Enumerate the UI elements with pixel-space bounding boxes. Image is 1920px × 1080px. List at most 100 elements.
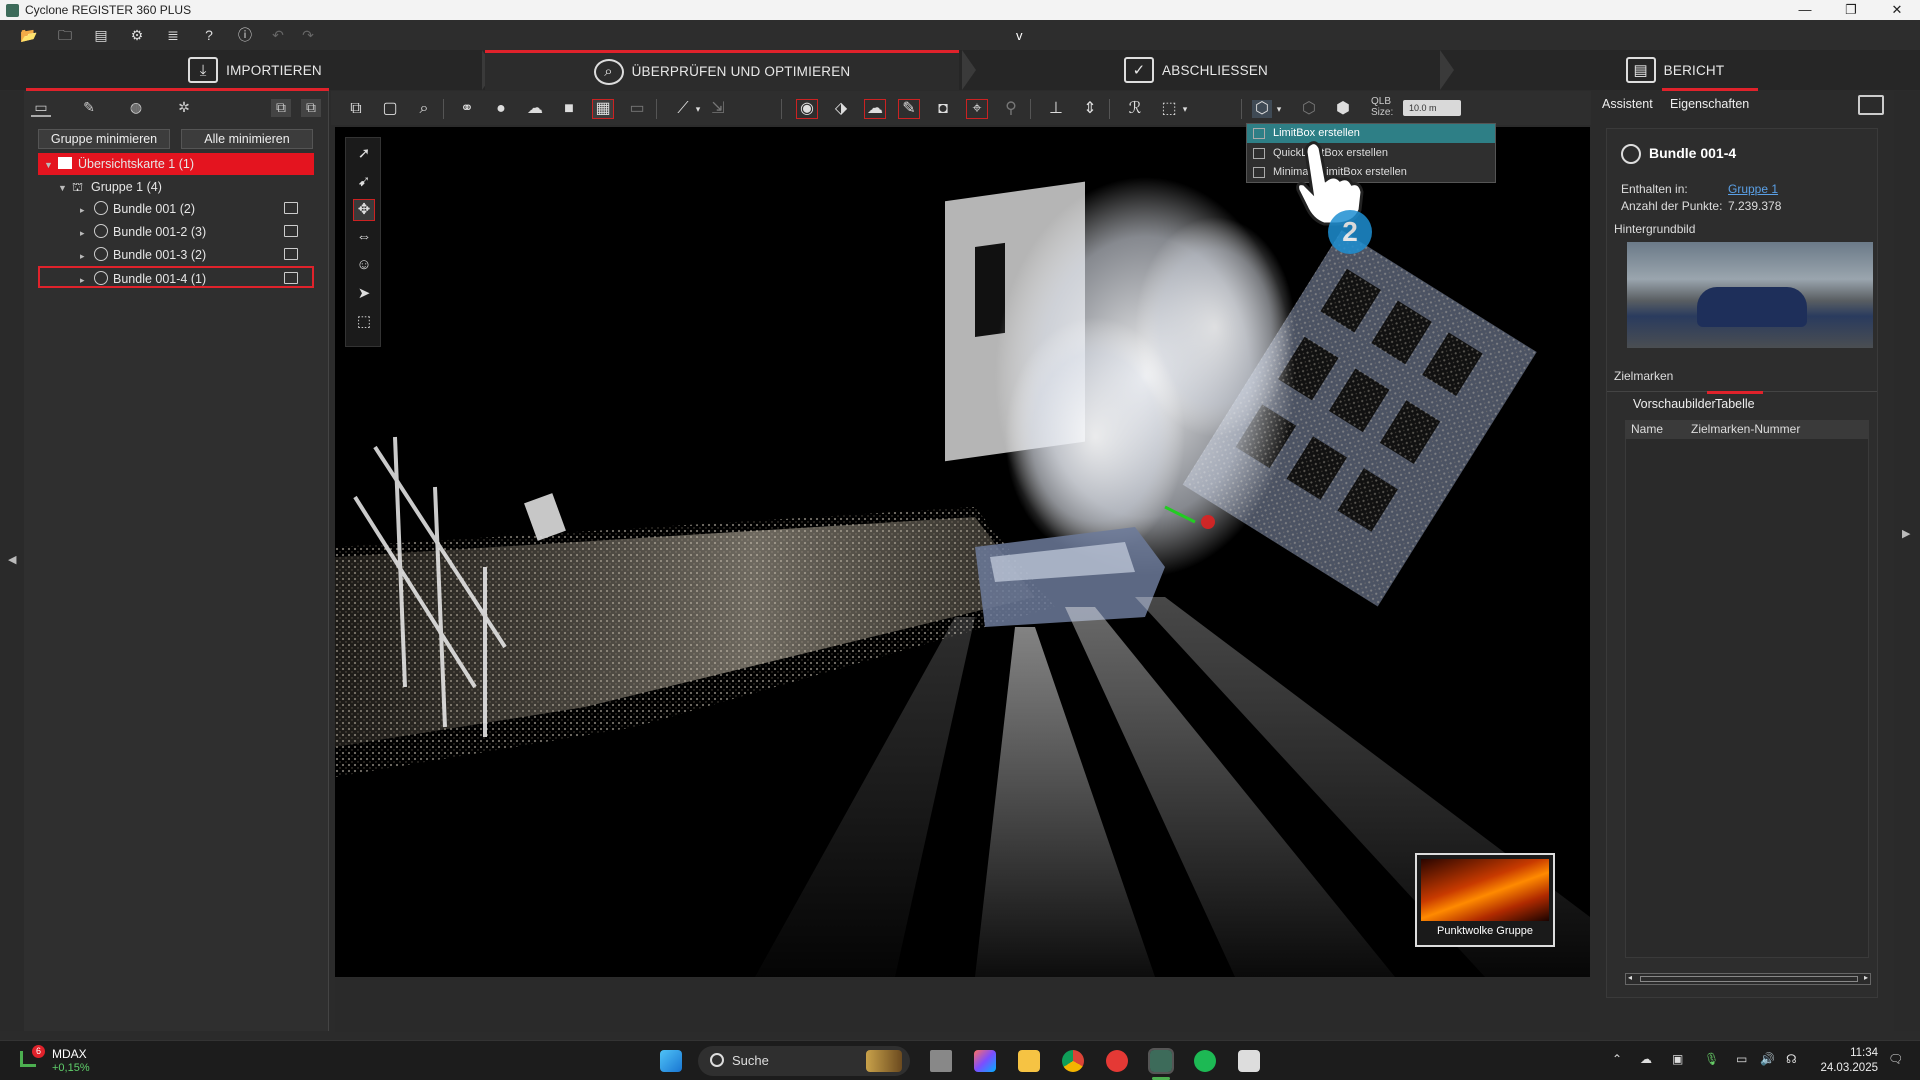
tag-icon[interactable]: ⬗: [831, 100, 851, 118]
tree-item-group-1[interactable]: ▼ ⛫ Gruppe 1 (4): [58, 176, 314, 198]
minimize-button[interactable]: —: [1782, 0, 1828, 20]
save-icon[interactable]: ▤: [93, 27, 109, 43]
overview-inset[interactable]: Punktwolke Gruppe: [1415, 853, 1555, 947]
contained-in-link[interactable]: Gruppe 1: [1728, 182, 1778, 196]
sphere-icon[interactable]: ●: [491, 100, 511, 118]
cyclone-app-icon[interactable]: [1148, 1048, 1174, 1074]
pencil-icon[interactable]: ✎: [898, 99, 920, 119]
menu-item-create-limitbox[interactable]: LimitBox erstellen: [1247, 124, 1495, 143]
tab-ueberpruefen[interactable]: ⌕ ÜBERPRÜFEN UND OPTIMIEREN: [485, 50, 959, 90]
tray-chevron-up-icon[interactable]: ⌃: [1612, 1052, 1622, 1066]
globe-icon[interactable]: ◍: [126, 99, 146, 117]
chevron-down-icon[interactable]: ▾: [688, 100, 708, 118]
cloud-icon[interactable]: ☁: [525, 100, 545, 118]
layers-icon[interactable]: ▢: [380, 100, 400, 118]
minimize-group-button[interactable]: Gruppe minimieren: [38, 129, 170, 149]
restore-button[interactable]: ❐: [1828, 0, 1874, 20]
column-name[interactable]: Name: [1631, 420, 1663, 438]
target-icon[interactable]: ✲: [174, 99, 194, 117]
app-red-icon[interactable]: [1106, 1050, 1128, 1072]
collapse-toggle[interactable]: v: [1016, 28, 1023, 43]
select-arrow-icon[interactable]: ➚: [354, 144, 374, 164]
redo-icon[interactable]: ↷: [300, 27, 316, 43]
network-icon[interactable]: ☊: [1786, 1052, 1797, 1066]
tab-importieren[interactable]: ⤓ IMPORTIEREN: [30, 50, 480, 90]
settings-gear-icon[interactable]: ⚙: [129, 27, 145, 43]
image-icon[interactable]: [284, 248, 298, 260]
pan-icon[interactable]: ⇔: [354, 228, 374, 248]
chevron-down-icon[interactable]: ▾: [1175, 100, 1195, 118]
tree-item-bundle-001-3[interactable]: ▸ Bundle 001-3 (2): [80, 244, 314, 266]
camera-icon[interactable]: ◘: [933, 100, 953, 118]
taskbar-search[interactable]: Suche: [698, 1046, 910, 1076]
orbit-icon[interactable]: ✥: [353, 199, 375, 221]
column-target-number[interactable]: Zielmarken-Nummer: [1691, 420, 1800, 438]
point-cloud-viewport[interactable]: [335, 127, 1590, 977]
cursor-alt-icon[interactable]: ⇲: [708, 100, 728, 118]
cloud-filter-icon[interactable]: ☁: [864, 99, 886, 119]
collapse-left-icon[interactable]: ◀: [8, 553, 16, 566]
system-clock[interactable]: 11:34 24.03.2025: [1820, 1046, 1878, 1076]
limitbox-m-icon[interactable]: ⬢: [1333, 100, 1353, 118]
qlb-size-input[interactable]: 10.0 m: [1403, 100, 1461, 116]
tab-thumbnails[interactable]: Vorschaubilder: [1633, 397, 1716, 411]
document-app-icon[interactable]: [1238, 1050, 1260, 1072]
axis-icon[interactable]: ⊥: [1046, 100, 1066, 118]
person-pin-icon[interactable]: ⚲: [1001, 100, 1021, 118]
background-image-thumbnail[interactable]: [1627, 242, 1873, 348]
connect-icon[interactable]: ⚭: [457, 100, 477, 118]
image-icon[interactable]: [284, 272, 298, 284]
notification-icon[interactable]: 🗨: [1888, 1052, 1903, 1066]
multi-select-icon[interactable]: ➹: [354, 172, 374, 192]
zoom-fit-icon[interactable]: ⌕: [414, 100, 434, 118]
tree-item-bundle-001-4[interactable]: ▸ Bundle 001-4 (1): [38, 266, 314, 288]
file-explorer-icon[interactable]: [1018, 1050, 1040, 1072]
tab-abschliessen[interactable]: ✓ ABSCHLIESSEN: [966, 50, 1426, 90]
filter-all-icon[interactable]: ⧉: [301, 99, 321, 117]
collapse-right-icon[interactable]: ▶: [1902, 527, 1910, 540]
grid-view-icon[interactable]: ▦: [592, 99, 614, 119]
image-icon[interactable]: [284, 225, 298, 237]
fly-icon[interactable]: ➤: [354, 284, 374, 304]
tab-table[interactable]: Tabelle: [1715, 397, 1755, 411]
walk-icon[interactable]: ☺: [354, 256, 374, 276]
volume-icon[interactable]: 🔊: [1760, 1052, 1775, 1066]
horizontal-scrollbar[interactable]: ◂ ▸: [1625, 973, 1871, 985]
limitbox-alt-icon[interactable]: ⬡: [1299, 100, 1319, 118]
folder-icon[interactable]: 🗀: [57, 27, 73, 43]
tab-assistant[interactable]: Assistent: [1602, 97, 1653, 111]
square-icon[interactable]: ■: [559, 100, 579, 118]
windows-start-icon[interactable]: [660, 1050, 682, 1072]
tree-item-bundle-001-2[interactable]: ▸ Bundle 001-2 (3): [80, 221, 314, 243]
display-icon[interactable]: ▭: [1736, 1052, 1747, 1066]
link-icon[interactable]: ✎: [79, 99, 99, 117]
filter-icon[interactable]: ⧉: [271, 99, 291, 117]
cube-view-icon[interactable]: ⬚: [354, 312, 374, 332]
help-icon[interactable]: ?: [201, 27, 217, 43]
close-button[interactable]: ✕: [1874, 0, 1920, 20]
undo-icon[interactable]: ↶: [270, 27, 286, 43]
chrome-icon[interactable]: [1062, 1050, 1084, 1072]
window-toggle-icon[interactable]: [1858, 95, 1884, 115]
stock-name[interactable]: MDAX: [52, 1047, 87, 1061]
onedrive-icon[interactable]: ☁: [1640, 1052, 1652, 1066]
scroll-right-icon[interactable]: ▸: [1864, 973, 1868, 982]
chevron-down-icon[interactable]: ▾: [1269, 100, 1289, 118]
tree-item-overview-map[interactable]: ▼ Übersichtskarte 1 (1): [38, 153, 314, 175]
location-pin-icon[interactable]: ⌖: [966, 99, 988, 119]
route-icon[interactable]: ℛ: [1125, 100, 1145, 118]
tray-app-icon[interactable]: ▣: [1672, 1052, 1683, 1066]
info-icon[interactable]: ⓘ: [237, 27, 253, 43]
tab-properties[interactable]: Eigenschaften: [1670, 97, 1749, 111]
align-icon[interactable]: ⇕: [1080, 100, 1100, 118]
copy-icon[interactable]: ⧉: [346, 100, 366, 118]
minimize-all-button[interactable]: Alle minimieren: [181, 129, 313, 149]
image-icon[interactable]: [284, 202, 298, 214]
open-folder-icon[interactable]: 📂: [20, 27, 37, 43]
copilot-icon[interactable]: [974, 1050, 996, 1072]
task-view-icon[interactable]: [930, 1050, 952, 1072]
menu-item-create-quicklimitbox[interactable]: QuickLimitBox erstellen: [1247, 144, 1495, 163]
target-circle-icon[interactable]: ◉: [796, 99, 818, 119]
tree-view-icon[interactable]: ▭: [31, 99, 51, 117]
tree-item-bundle-001[interactable]: ▸ Bundle 001 (2): [80, 198, 314, 220]
